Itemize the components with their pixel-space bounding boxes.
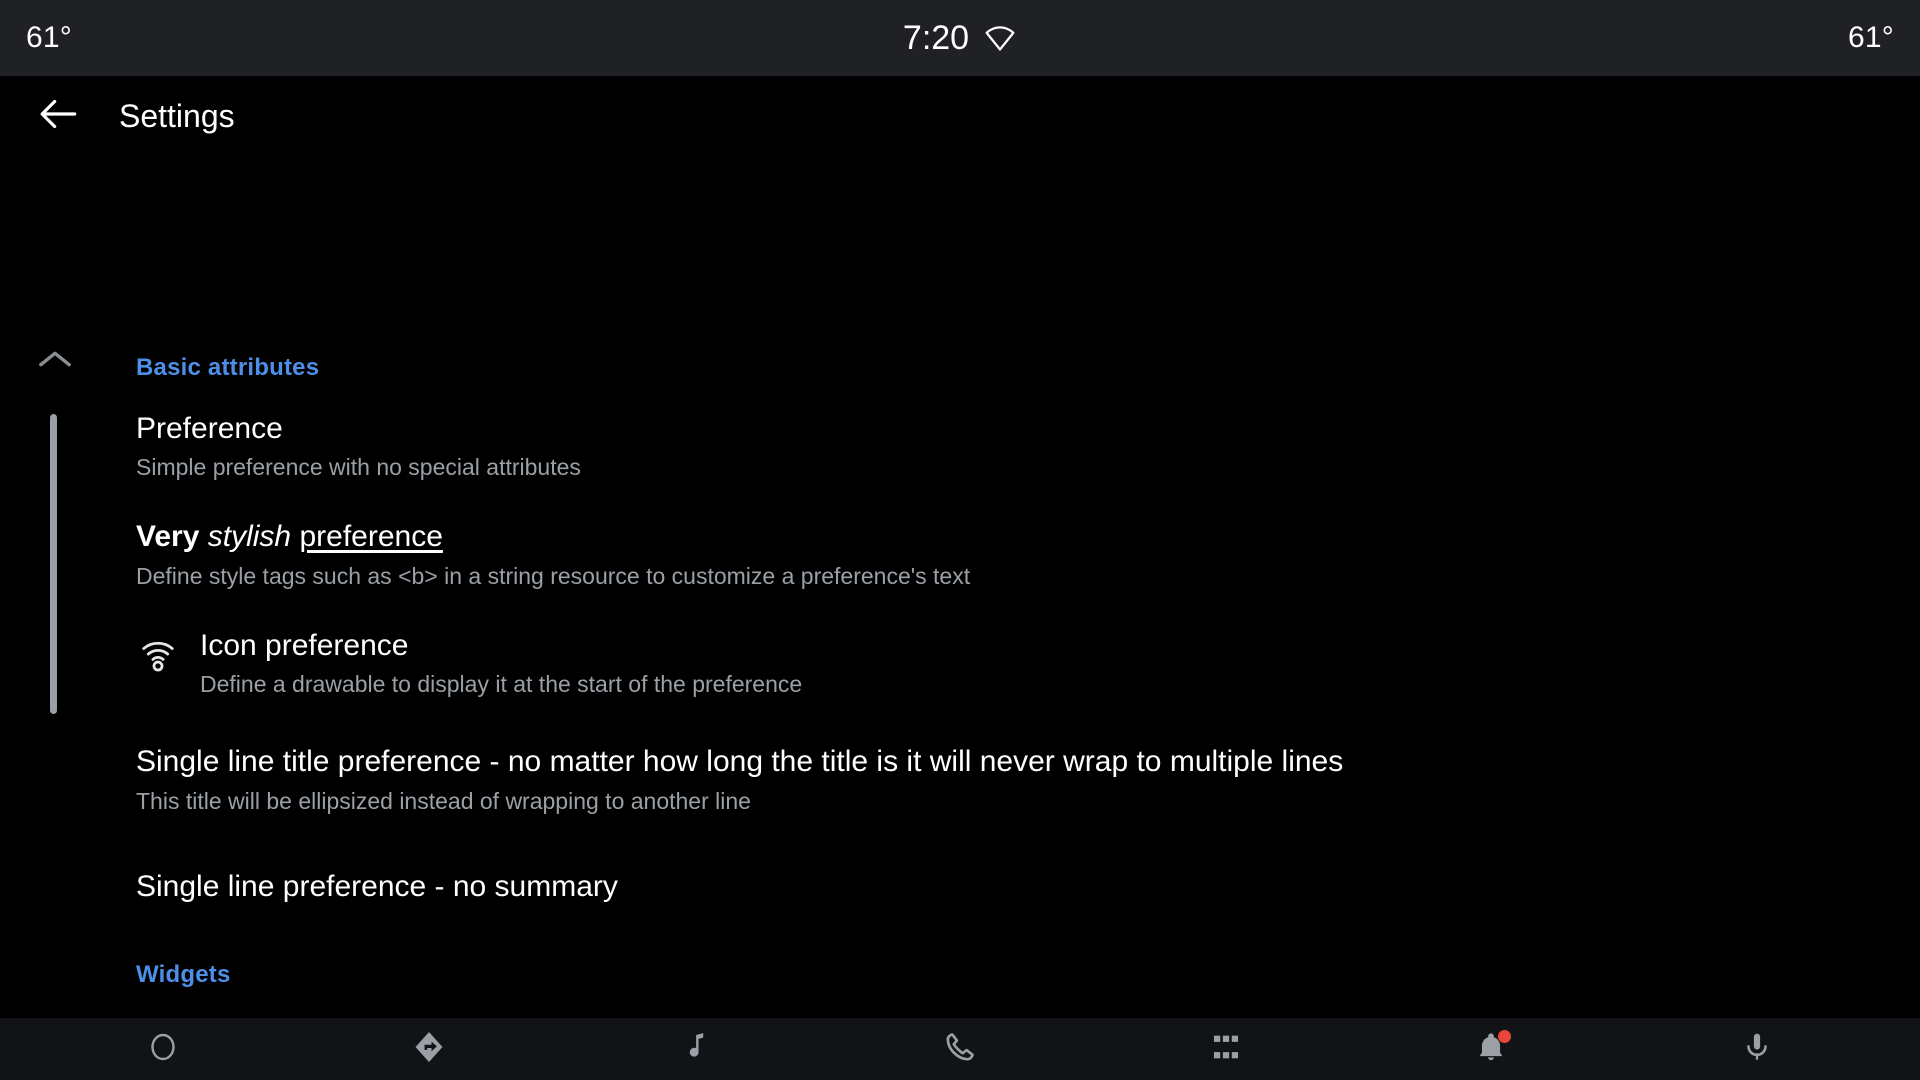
nav-item-media[interactable] — [649, 1021, 739, 1077]
preference-row-stylish-preference[interactable]: Very stylish preference Define style tag… — [0, 497, 1920, 605]
notification-badge-dot — [1498, 1030, 1512, 1043]
category-label: Basic attributes — [136, 354, 320, 381]
preference-title-part-bold: Very — [136, 520, 200, 554]
nav-item-navigation[interactable] — [384, 1021, 474, 1077]
bottom-navigation-bar — [0, 1018, 1920, 1080]
preference-title: Very stylish preference — [136, 519, 1920, 556]
nav-item-home[interactable] — [118, 1021, 208, 1077]
nav-item-apps[interactable] — [1181, 1021, 1271, 1077]
back-button[interactable] — [30, 88, 86, 144]
circle-home-icon — [145, 1029, 181, 1070]
preference-summary: This title will be ellipsized instead of… — [136, 787, 751, 814]
wifi-signal-icon — [983, 23, 1017, 53]
preference-title-part-underline: preference — [299, 520, 443, 554]
wifi-tethering-icon — [136, 631, 180, 680]
preference-title: Single line title preference - no matter… — [136, 745, 1344, 779]
category-header-basic-attributes: Basic attributes — [0, 344, 1920, 391]
category-header-widgets: Widgets — [0, 927, 1920, 998]
preference-row-preference[interactable]: Preference Simple preference with no spe… — [0, 391, 1920, 497]
preference-title: Preference — [136, 411, 283, 445]
nav-item-phone[interactable] — [915, 1021, 1005, 1077]
preference-text-block: Preference Simple preference with no spe… — [136, 411, 1920, 483]
status-clock: 7:20 — [902, 19, 970, 57]
preference-icon-slot — [136, 628, 200, 684]
preference-summary: Simple preference with no special attrib… — [136, 454, 581, 481]
preference-row-icon-preference[interactable]: Icon preference Define a drawable to dis… — [0, 606, 1920, 714]
preference-text-block: Single line title preference - no matter… — [136, 744, 1920, 816]
preference-title-part-italic: stylish — [207, 520, 292, 554]
action-bar: Settings — [0, 76, 1920, 156]
preference-text-block: Single line preference - no summary — [136, 869, 1920, 906]
back-arrow-icon — [38, 97, 78, 136]
preference-row-checkbox-preference[interactable]: Checkbox preference Tap anywhere in this… — [0, 998, 1920, 1018]
preference-list: Basic attributes Preference Simple prefe… — [0, 344, 1920, 1018]
car-settings-screen: 61° 7:20 61° Settings Basic attributes P… — [0, 0, 1920, 1080]
preference-summary: Define style tags such as <b> in a strin… — [136, 562, 971, 589]
status-center-cluster: 7:20 — [0, 0, 1920, 76]
status-temp-left: 61° — [26, 21, 72, 54]
preference-summary: Define a drawable to display it at the s… — [200, 671, 803, 698]
status-bar: 61° 7:20 61° — [0, 0, 1920, 76]
preference-text-block: Icon preference Define a drawable to dis… — [200, 628, 1920, 700]
microphone-icon — [1740, 1030, 1774, 1069]
status-temp-right: 61° — [1848, 21, 1894, 54]
preference-title: Icon preference — [200, 628, 409, 662]
preference-title-space — [199, 520, 207, 553]
preference-row-single-line-preference-no-summary[interactable]: Single line preference - no summary — [0, 831, 1920, 928]
nav-item-assistant[interactable] — [1712, 1021, 1802, 1077]
preference-title: Single line preference - no summary — [136, 869, 618, 903]
page-title: Settings — [119, 98, 235, 134]
apps-grid-icon — [1209, 1030, 1243, 1069]
navigation-arrow-icon — [410, 1028, 448, 1071]
preference-list-container: Basic attributes Preference Simple prefe… — [0, 156, 1920, 1018]
music-note-icon — [677, 1030, 711, 1069]
preference-row-single-line-title-preference[interactable]: Single line title preference - no matter… — [0, 714, 1920, 830]
preference-text-block: Very stylish preference Define style tag… — [136, 519, 1920, 591]
phone-icon — [943, 1030, 977, 1069]
category-label: Widgets — [136, 961, 231, 989]
nav-item-notifications[interactable] — [1446, 1021, 1536, 1077]
